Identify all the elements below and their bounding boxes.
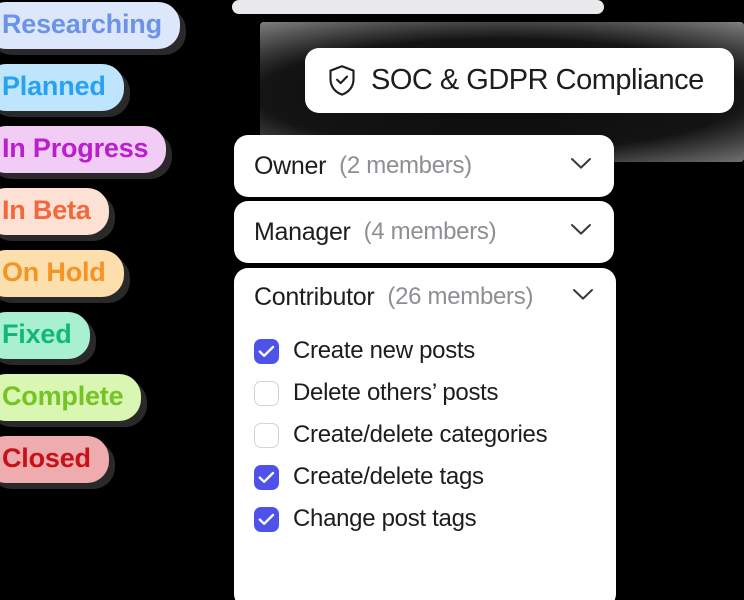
shield-check-icon	[327, 64, 357, 97]
role-header-contributor[interactable]: Contributor (26 members)	[234, 268, 616, 326]
role-card-contributor[interactable]: Contributor (26 members) Create new post…	[234, 268, 616, 600]
permission-row[interactable]: Delete others’ posts	[254, 372, 616, 414]
checkbox-checked-icon[interactable]	[254, 338, 279, 364]
role-header-owner[interactable]: Owner (2 members)	[234, 135, 614, 197]
permission-row[interactable]: Change post tags	[254, 498, 616, 540]
status-tag[interactable]: Closed	[0, 436, 109, 483]
status-tag-label: Researching	[2, 9, 162, 39]
permission-label: Create/delete categories	[293, 421, 548, 448]
checkbox-unchecked-icon[interactable]	[254, 380, 279, 406]
permission-label: Delete others’ posts	[293, 379, 499, 406]
status-tag-label: In Beta	[2, 195, 91, 225]
compliance-badge-label: SOC & GDPR Compliance	[371, 64, 704, 96]
permission-row[interactable]: Create new posts	[254, 330, 616, 372]
role-card-manager[interactable]: Manager (4 members)	[234, 201, 614, 263]
status-tag-label: On Hold	[2, 257, 106, 287]
status-tag-label: Fixed	[2, 319, 72, 349]
status-tag[interactable]: Researching	[0, 2, 180, 49]
permission-label: Create/delete tags	[293, 463, 484, 490]
status-tag-label: Planned	[2, 71, 106, 101]
status-tag[interactable]: Complete	[0, 374, 142, 421]
permission-label: Create new posts	[293, 337, 475, 364]
checkbox-checked-icon[interactable]	[254, 506, 279, 532]
chevron-down-icon[interactable]	[572, 288, 594, 306]
role-member-count-owner: (2 members)	[339, 152, 472, 179]
chevron-down-icon[interactable]	[570, 223, 592, 241]
status-tag[interactable]: In Beta	[0, 188, 109, 235]
status-tag-label: Closed	[2, 443, 91, 473]
role-card-owner[interactable]: Owner (2 members)	[234, 135, 614, 197]
status-tag[interactable]: Fixed	[0, 312, 90, 359]
role-name-contributor: Contributor	[254, 282, 375, 311]
stacked-card-edge	[232, 0, 604, 14]
status-tag[interactable]: On Hold	[0, 250, 124, 297]
status-tag-label: Complete	[2, 381, 124, 411]
permissions-panel-stack: SOC & GDPR Compliance Owner (2 members) …	[232, 0, 744, 600]
status-tag[interactable]: In Progress	[0, 126, 167, 173]
role-name-manager: Manager	[254, 217, 351, 246]
role-member-count-manager: (4 members)	[363, 218, 497, 245]
permission-label: Change post tags	[293, 505, 477, 532]
status-tag-label: In Progress	[2, 133, 149, 163]
permission-row[interactable]: Create/delete tags	[254, 456, 616, 498]
role-header-manager[interactable]: Manager (4 members)	[234, 201, 614, 263]
contributor-permission-list: Create new posts Delete others’ posts Crea…	[234, 326, 616, 540]
role-name-owner: Owner	[254, 151, 327, 180]
permission-row[interactable]: Create/delete categories	[254, 414, 616, 456]
soc-gdpr-compliance-badge[interactable]: SOC & GDPR Compliance	[305, 48, 734, 113]
role-member-count-contributor: (26 members)	[387, 283, 534, 310]
status-tag[interactable]: Planned	[0, 64, 124, 111]
checkbox-unchecked-icon[interactable]	[254, 422, 279, 448]
status-tag-column: Researching Planned In Progress In Beta On H…	[0, 0, 230, 600]
checkbox-checked-icon[interactable]	[254, 464, 279, 490]
screenshot-root: Researching Planned In Progress In Beta On H…	[0, 0, 744, 600]
chevron-down-icon[interactable]	[570, 157, 592, 175]
